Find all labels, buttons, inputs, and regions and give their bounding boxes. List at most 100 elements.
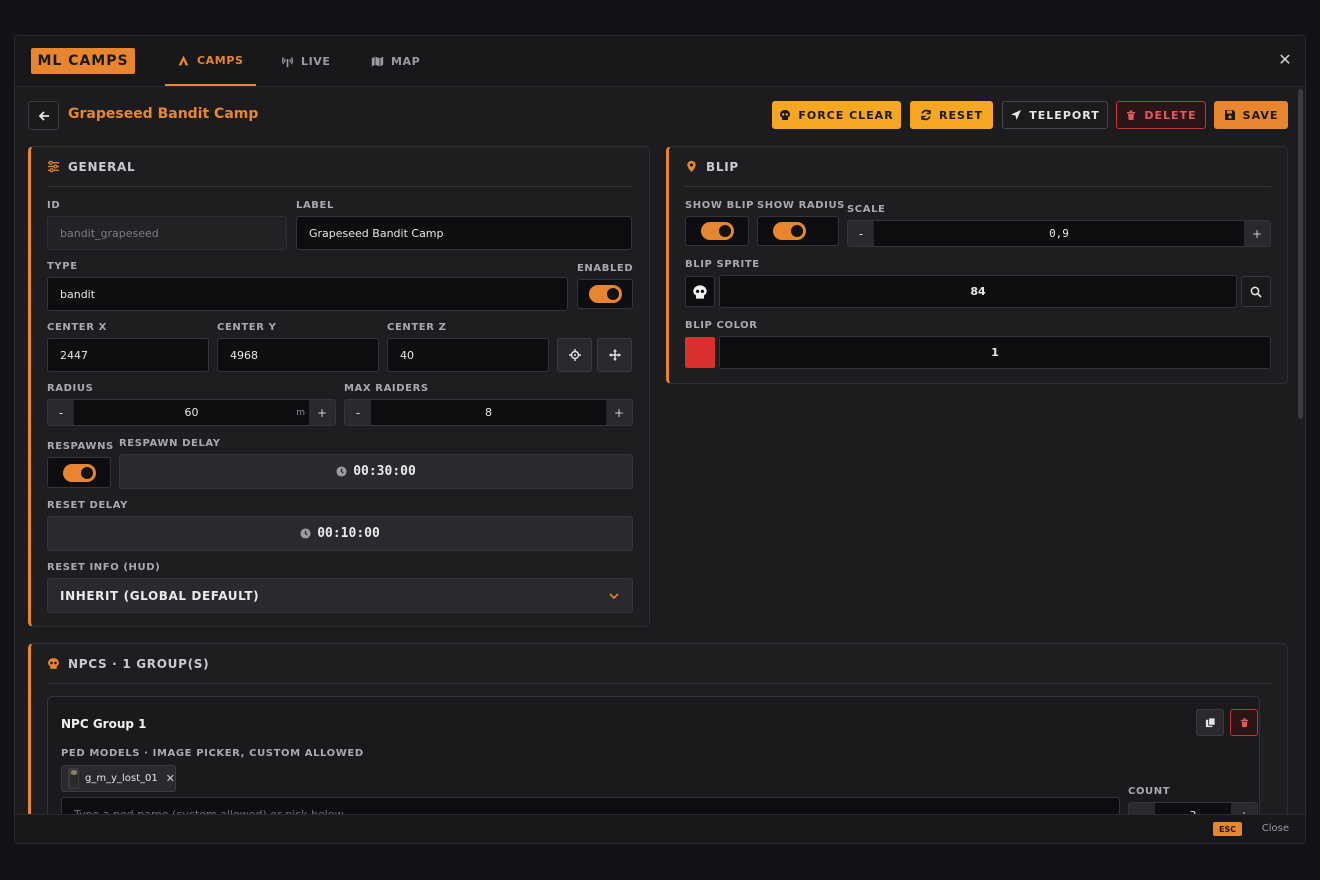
reset-info-select[interactable]: INHERIT (GLOBAL DEFAULT) [47, 578, 633, 613]
enabled-toggle[interactable] [577, 279, 633, 309]
delete-group-button[interactable] [1230, 709, 1258, 736]
npc-group-card: NPC Group 1 PED MODELS · IMAGE PICKER, C… [47, 696, 1260, 815]
tab-label: LIVE [301, 54, 331, 68]
type-field[interactable]: bandit [47, 277, 568, 311]
refresh-icon [921, 109, 931, 121]
max-raiders-label: MAX RAIDERS [344, 383, 429, 394]
clock-icon [300, 528, 311, 539]
npcs-title: NPCS · 1 GROUP(S) [68, 656, 210, 671]
center-y-label: CENTER Y [217, 322, 277, 333]
show-blip-label: SHOW BLIP [685, 200, 755, 211]
duplicate-group-button[interactable] [1196, 709, 1224, 736]
app-brand: ML CAMPS [31, 48, 135, 74]
respawns-label: RESPAWNS [47, 441, 114, 452]
remove-chip-icon[interactable]: ✕ [166, 772, 175, 785]
footer-bar: ESC Close [15, 814, 1305, 843]
close-icon[interactable]: ✕ [1277, 52, 1293, 68]
camp-editor-window: ML CAMPS CAMPS LIVE MAP ✕ Grapeseed Band… [14, 35, 1306, 844]
blip-color-swatch[interactable] [685, 337, 715, 368]
move-button[interactable] [597, 338, 632, 372]
center-x-label: CENTER X [47, 322, 107, 333]
respawns-toggle[interactable] [47, 457, 111, 488]
teleport-button[interactable]: TELEPORT [1002, 101, 1108, 129]
center-y-field[interactable]: 4968 [217, 338, 379, 372]
radius-increment-button[interactable]: + [309, 400, 335, 425]
reset-info-label: RESET INFO (HUD) [47, 562, 161, 573]
respawn-delay-field[interactable]: 00:30:00 [119, 454, 633, 489]
save-label: SAVE [1242, 108, 1279, 122]
count-label: COUNT [1128, 786, 1171, 797]
max-raiders-value: 8 [485, 406, 492, 419]
tab-live[interactable]: LIVE [269, 36, 343, 86]
reset-delay-label: RESET DELAY [47, 500, 128, 511]
npc-group-title: NPC Group 1 [61, 717, 147, 731]
radius-label: RADIUS [47, 383, 94, 394]
sprite-search-button[interactable] [1241, 276, 1271, 307]
skull-icon [693, 284, 707, 299]
force-clear-button[interactable]: FORCE CLEAR [772, 101, 901, 129]
general-panel: GENERAL ID bandit_grapeseed LABEL Grapes… [28, 146, 650, 627]
radius-value: 60 [184, 406, 199, 419]
blip-color-field[interactable]: 1 [719, 336, 1271, 369]
trash-icon [1127, 110, 1136, 120]
max-raiders-decrement-button[interactable]: - [345, 400, 371, 425]
crosshair-icon [568, 349, 581, 361]
location-arrow-icon [1011, 110, 1022, 120]
ped-search-input[interactable]: Type a ped name (custom allowed) or pick… [61, 797, 1120, 815]
copy-icon [1205, 717, 1216, 728]
scale-stepper[interactable]: - 0,9 + [847, 220, 1271, 247]
general-header: GENERAL [47, 147, 633, 187]
center-x-field[interactable]: 2447 [47, 338, 209, 372]
blip-panel: BLIP SHOW BLIP SHOW RADIUS SCALE - 0,9 +… [666, 146, 1288, 384]
show-blip-toggle[interactable] [685, 216, 749, 246]
map-pin-icon [687, 160, 696, 173]
npcs-panel: NPCS · 1 GROUP(S) NPC Group 1 PED MODELS… [28, 643, 1288, 815]
center-z-label: CENTER Z [387, 322, 447, 333]
radius-stepper[interactable]: - 60 m + [47, 399, 336, 426]
sprite-preview [685, 276, 715, 307]
ped-models-label: PED MODELS · IMAGE PICKER, CUSTOM ALLOWE… [61, 748, 364, 759]
blip-title: BLIP [706, 159, 739, 174]
tab-map[interactable]: MAP [359, 36, 432, 86]
max-raiders-stepper[interactable]: - 8 + [344, 399, 633, 426]
center-z-field[interactable]: 40 [387, 338, 549, 372]
esc-key-badge: ESC [1213, 822, 1242, 836]
reset-delay-value: 00:10:00 [317, 526, 380, 541]
chevron-down-icon [609, 593, 619, 600]
type-label: TYPE [47, 261, 78, 272]
force-clear-label: FORCE CLEAR [798, 108, 894, 122]
delete-label: DELETE [1144, 108, 1197, 122]
search-icon [1250, 286, 1262, 298]
scale-increment-button[interactable]: + [1244, 221, 1270, 246]
respawn-delay-value: 00:30:00 [353, 464, 416, 479]
label-field[interactable]: Grapeseed Bandit Camp [296, 216, 632, 250]
crosshair-button[interactable] [557, 338, 592, 372]
ped-thumbnail [68, 768, 80, 789]
reset-button[interactable]: RESET [910, 101, 993, 129]
close-link[interactable]: Close [1262, 823, 1289, 834]
reset-delay-field[interactable]: 00:10:00 [47, 516, 633, 551]
toggle-switch [62, 463, 96, 482]
id-field: bandit_grapeseed [47, 216, 287, 250]
general-title: GENERAL [68, 159, 136, 174]
skull-icon [780, 110, 791, 120]
top-bar: ML CAMPS CAMPS LIVE MAP ✕ [15, 36, 1305, 87]
blip-sprite-field[interactable]: 84 [719, 275, 1237, 308]
scale-decrement-button[interactable]: - [848, 221, 874, 246]
scale-value: 0,9 [1049, 227, 1069, 240]
tab-camps[interactable]: CAMPS [165, 36, 256, 86]
save-button[interactable]: SAVE [1214, 101, 1288, 129]
clock-icon [336, 466, 347, 477]
blip-color-label: BLIP COLOR [685, 320, 758, 331]
radius-decrement-button[interactable]: - [48, 400, 74, 425]
move-arrows-icon [608, 349, 621, 361]
page-title: Grapeseed Bandit Camp [68, 106, 259, 122]
scrollbar-thumb[interactable] [1298, 89, 1303, 419]
max-raiders-increment-button[interactable]: + [606, 400, 632, 425]
toggle-switch [772, 222, 806, 240]
toggle-switch [588, 285, 622, 303]
back-button[interactable] [28, 101, 59, 130]
delete-button[interactable]: DELETE [1116, 101, 1206, 129]
show-radius-toggle[interactable] [757, 216, 839, 246]
tab-label: MAP [391, 54, 421, 68]
